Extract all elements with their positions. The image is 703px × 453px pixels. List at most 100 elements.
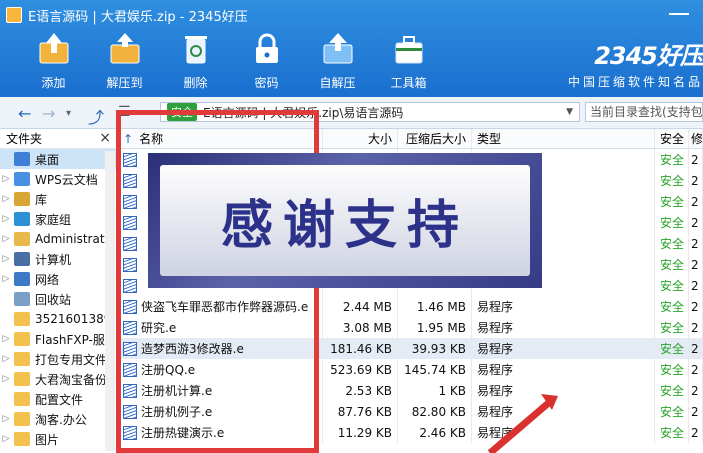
file-safety-cell-text: 安全 xyxy=(660,384,685,398)
column-header-packed-size[interactable]: 压缩后大小 xyxy=(398,129,472,148)
file-safety-cell: 安全 xyxy=(655,275,689,296)
file-size-cell: 3.08 MB xyxy=(323,317,398,338)
folder-icon xyxy=(14,412,30,426)
file-row[interactable]: 注册机计算.e 2.53 KB 1 KB 易程序 安全 2 xyxy=(118,380,703,401)
address-bar[interactable]: 安全 E语言源码 | 大君娱乐.zip\易语言源码 ▼ xyxy=(160,102,580,122)
column-header-safety[interactable]: 安全 xyxy=(655,129,689,148)
file-extra-cell: 2 xyxy=(689,401,703,422)
file-packed-size-cell-text: 1.46 MB xyxy=(416,299,466,314)
file-type-cell-text: 易程序 xyxy=(477,405,514,419)
e-source-file-icon xyxy=(123,299,137,314)
e-source-file-icon xyxy=(123,194,137,209)
file-extra-cell-text: 2 xyxy=(691,425,699,440)
expand-arrow-icon[interactable]: ▷ xyxy=(0,274,12,284)
add-button[interactable]: 添加 xyxy=(18,30,89,91)
self-extract-button[interactable]: 自解压 xyxy=(302,30,373,91)
file-extra-cell: 2 xyxy=(689,275,703,296)
navigation-bar: ← → ▾ ⤴ ☰ 安全 E语言源码 | 大君娱乐.zip\易语言源码 ▼ 当前… xyxy=(0,97,703,129)
address-path: E语言源码 | 大君娱乐.zip\易语言源码 xyxy=(203,105,404,120)
column-header-name[interactable]: ↑ 名称 xyxy=(118,129,323,148)
tree-node-label: 打包专用文件 xyxy=(35,352,108,367)
back-arrow-icon[interactable]: ← xyxy=(18,104,31,123)
file-safety-cell-text: 安全 xyxy=(660,258,685,272)
tree-node[interactable]: ▷ 库 xyxy=(0,189,117,209)
expand-arrow-icon[interactable]: ▷ xyxy=(0,214,12,224)
file-packed-size-cell: 39.93 KB xyxy=(398,338,472,359)
file-name-cell: 注册QQ.e xyxy=(118,359,323,380)
file-row[interactable]: 注册QQ.e 523.69 KB 145.74 KB 易程序 安全 2 xyxy=(118,359,703,380)
tree-node[interactable]: ▷ 淘客.办公 xyxy=(0,409,117,429)
file-safety-cell-text: 安全 xyxy=(660,153,685,167)
tree-node-label: 家庭组 xyxy=(35,212,72,227)
minimize-button[interactable] xyxy=(669,3,689,15)
brand-logo: 2345好压 xyxy=(594,42,703,70)
expand-arrow-icon[interactable]: ▷ xyxy=(0,334,12,344)
tree-node[interactable]: ▷ 计算机 xyxy=(0,249,117,269)
view-menu-icon[interactable]: ☰ xyxy=(118,104,131,120)
file-safety-cell: 安全 xyxy=(655,296,689,317)
file-type-cell-text: 易程序 xyxy=(477,321,514,335)
expand-arrow-icon[interactable]: ▷ xyxy=(0,354,12,364)
tree-scrollbar[interactable] xyxy=(105,151,115,451)
password-label: 密码 xyxy=(254,76,279,90)
expand-arrow-icon[interactable]: ▷ xyxy=(0,254,12,264)
tree-node[interactable]: ▷ Administrato xyxy=(0,229,117,249)
file-extra-cell: 2 xyxy=(689,296,703,317)
up-folder-icon[interactable]: ⤴ xyxy=(88,104,104,128)
expand-arrow-icon[interactable]: ▷ xyxy=(0,434,12,444)
tree-node-label: 图片 xyxy=(35,432,60,447)
search-input[interactable]: 当前目录查找(支持包 xyxy=(585,102,703,122)
homegroup-icon xyxy=(14,212,30,226)
toolbox-button[interactable]: 工具箱 xyxy=(373,30,444,91)
expand-arrow-icon[interactable]: ▷ xyxy=(0,194,12,204)
file-row[interactable]: 注册热键演示.e 11.29 KB 2.46 KB 易程序 安全 2 xyxy=(118,422,703,443)
file-safety-cell-text: 安全 xyxy=(660,174,685,188)
title-toolbar-area: E语言源码 | 大君娱乐.zip - 2345好压 添加 解压到 删除 密码 自… xyxy=(0,0,703,97)
extract-to-icon xyxy=(106,30,144,68)
file-type-cell-text: 易程序 xyxy=(477,384,514,398)
tree-node[interactable]: 配置文件 xyxy=(0,389,117,409)
tree-node[interactable]: ▷ FlashFXP-服 xyxy=(0,329,117,349)
close-icon[interactable]: × xyxy=(99,130,111,146)
expand-arrow-icon[interactable]: ▷ xyxy=(0,174,12,184)
extract-to-button[interactable]: 解压到 xyxy=(89,30,160,91)
column-header-modified[interactable]: 修 xyxy=(689,129,703,148)
column-header-type[interactable]: 类型 xyxy=(472,129,655,148)
e-source-file-icon xyxy=(123,341,137,356)
expand-arrow-icon[interactable]: ▷ xyxy=(0,234,12,244)
file-safety-cell: 安全 xyxy=(655,401,689,422)
e-source-file-icon xyxy=(123,320,137,335)
file-type-cell: 易程序 xyxy=(472,422,655,443)
password-button[interactable]: 密码 xyxy=(231,30,302,91)
file-row[interactable]: 造梦西游3修改器.e 181.46 KB 39.93 KB 易程序 安全 2 xyxy=(118,338,703,359)
delete-button[interactable]: 删除 xyxy=(160,30,231,91)
tree-node[interactable]: 3521601389 xyxy=(0,309,117,329)
tree-node[interactable]: ▷ WPS云文档 xyxy=(0,169,117,189)
tree-node[interactable]: ▷ 图片 xyxy=(0,429,117,449)
column-header-size[interactable]: 大小 xyxy=(323,129,398,148)
file-row[interactable]: 侠盗飞车罪恶都市作弊器源码.e 2.44 MB 1.46 MB 易程序 安全 2 xyxy=(118,296,703,317)
expand-arrow-icon[interactable]: ▷ xyxy=(0,414,12,424)
tree-node[interactable]: 桌面 xyxy=(0,149,117,169)
expand-arrow-icon[interactable]: ▷ xyxy=(0,374,12,384)
e-source-file-icon xyxy=(123,236,137,251)
tree-node[interactable]: ▷ 大君淘宝备份 xyxy=(0,369,117,389)
file-safety-cell: 安全 xyxy=(655,254,689,275)
e-source-file-icon xyxy=(123,362,137,377)
file-size-cell-text: 2.53 KB xyxy=(345,383,392,398)
file-extra-cell-text: 2 xyxy=(691,362,699,377)
file-row[interactable]: 注册机例子.e 87.76 KB 82.80 KB 易程序 安全 2 xyxy=(118,401,703,422)
address-dropdown-icon[interactable]: ▼ xyxy=(566,107,573,117)
tree-node[interactable]: ▷ 家庭组 xyxy=(0,209,117,229)
tree-node[interactable]: ▷ 打包专用文件 xyxy=(0,349,117,369)
file-extra-cell-text: 2 xyxy=(691,152,699,167)
tree-node[interactable]: 回收站 xyxy=(0,289,117,309)
history-dropdown-icon[interactable]: ▾ xyxy=(66,108,71,119)
tree-node[interactable]: ▷ 网络 xyxy=(0,269,117,289)
forward-arrow-icon[interactable]: → xyxy=(42,104,55,123)
self-extract-icon xyxy=(319,30,357,68)
file-list-header: ↑ 名称 大小 压缩后大小 类型 安全 修 xyxy=(118,129,703,149)
file-row[interactable]: 研究.e 3.08 MB 1.95 MB 易程序 安全 2 xyxy=(118,317,703,338)
file-type-cell: 易程序 xyxy=(472,359,655,380)
file-extra-cell-text: 2 xyxy=(691,257,699,272)
